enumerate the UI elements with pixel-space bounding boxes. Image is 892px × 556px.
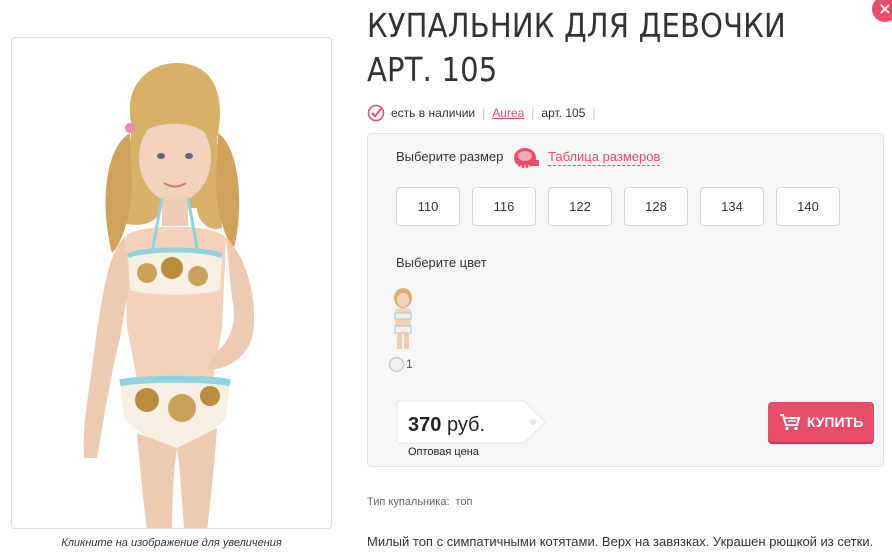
size-option[interactable]: 134 bbox=[700, 187, 764, 226]
availability-status: есть в наличии bbox=[391, 106, 476, 120]
check-circle-icon bbox=[367, 104, 385, 122]
size-option[interactable]: 122 bbox=[548, 187, 612, 226]
product-image[interactable] bbox=[11, 37, 332, 529]
close-button[interactable]: × bbox=[872, 0, 892, 22]
spec-label: Тип купальника: bbox=[367, 496, 450, 508]
divider: | bbox=[531, 106, 535, 120]
price: 370 руб. bbox=[408, 414, 485, 437]
size-selector: 110 116 122 128 134 140 bbox=[396, 187, 852, 226]
measuring-tape-icon bbox=[514, 148, 539, 168]
size-option[interactable]: 140 bbox=[776, 187, 840, 226]
magnifier-icon[interactable] bbox=[264, 464, 310, 510]
color-label: Выберите цвет bbox=[396, 255, 487, 270]
brand-link[interactable]: Aurea bbox=[492, 106, 524, 120]
divider: | bbox=[592, 106, 596, 120]
color-option-label: 1 bbox=[406, 357, 413, 371]
price-currency: руб. bbox=[446, 414, 486, 436]
buy-button[interactable]: КУПИТЬ bbox=[768, 402, 874, 442]
spec-row: Тип купальника: топ bbox=[367, 496, 473, 508]
size-chart-link[interactable]: Таблица размеров bbox=[548, 149, 661, 166]
product-meta: есть в наличии | Aurea | арт. 105 | bbox=[367, 104, 603, 122]
purchase-options-panel: Выберите размер Таблица размеров 110 116… bbox=[367, 133, 884, 467]
spec-value: топ bbox=[455, 496, 473, 508]
product-photo bbox=[83, 63, 255, 528]
article-number: арт. 105 bbox=[541, 106, 586, 120]
color-swatch-thumbnail[interactable] bbox=[384, 286, 422, 350]
buy-button-label: КУПИТЬ bbox=[806, 414, 864, 430]
image-caption: Кликните на изображение для увеличения bbox=[61, 537, 282, 549]
color-radio[interactable] bbox=[389, 357, 404, 372]
divider: | bbox=[482, 106, 486, 120]
price-value: 370 bbox=[408, 414, 442, 436]
price-note: Оптовая цена bbox=[408, 446, 479, 458]
size-option[interactable]: 110 bbox=[396, 187, 460, 226]
product-title: КУПАЛЬНИК ДЛЯ ДЕВОЧКИ АРТ. 105 bbox=[367, 6, 786, 89]
size-option[interactable]: 128 bbox=[624, 187, 688, 226]
size-option[interactable]: 116 bbox=[472, 187, 536, 226]
product-description: Милый топ с симпатичными котятами. Верх … bbox=[367, 534, 874, 549]
size-label: Выберите размер bbox=[396, 149, 504, 164]
cart-icon bbox=[779, 414, 801, 431]
